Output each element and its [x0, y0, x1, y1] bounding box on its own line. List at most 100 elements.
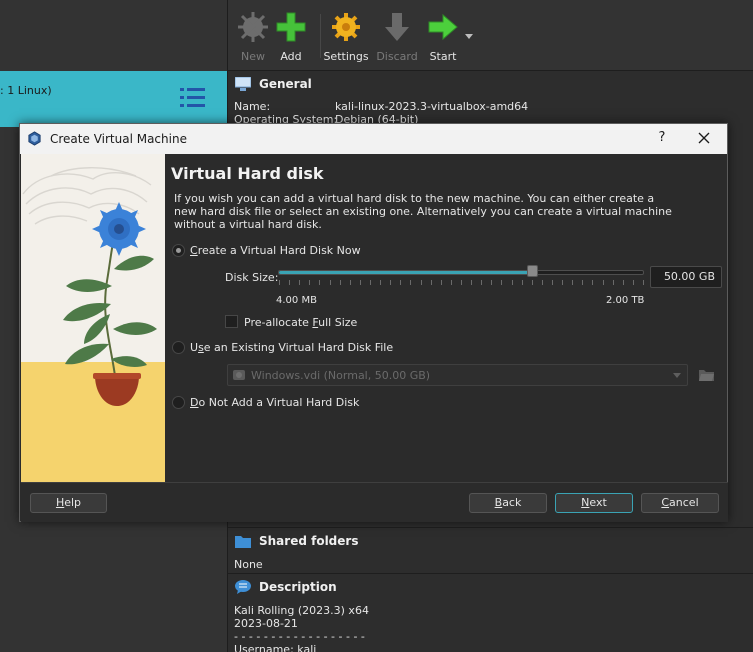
disk-size-input[interactable]: 50.00 GB	[650, 266, 722, 288]
slider-tick	[552, 280, 553, 285]
dialog-titlebar[interactable]: Create Virtual Machine ?	[20, 124, 727, 154]
shared-folders-section-title: Shared folders	[259, 534, 359, 548]
create-disk-now-radio[interactable]	[172, 244, 185, 257]
slider-tick	[501, 280, 502, 285]
slider-tick	[309, 280, 310, 285]
add-button[interactable]: Add	[266, 10, 316, 66]
slider-tick	[542, 280, 543, 285]
slider-tick	[532, 280, 533, 285]
folder-icon	[235, 536, 251, 548]
name-value: kali-linux-2023.3-virtualbox-amd64	[335, 100, 529, 113]
vm-list-item-label: : 1 Linux)	[0, 84, 52, 97]
slider-tick	[330, 280, 331, 285]
start-dropdown-caret-icon[interactable]	[465, 34, 473, 40]
slider-tick	[623, 280, 624, 285]
slider-tick	[421, 280, 422, 285]
general-section-header[interactable]: General	[228, 70, 753, 98]
description-line: Username: kali	[234, 643, 317, 652]
slider-tick	[522, 280, 523, 285]
slider-tick	[380, 280, 381, 285]
description-line: Kali Rolling (2023.3) x64	[234, 604, 369, 617]
general-section-title: General	[259, 77, 312, 91]
description-section-header[interactable]: Description	[228, 573, 753, 601]
settings-label: Settings	[323, 50, 369, 63]
slider-tick	[491, 280, 492, 285]
page-title: Virtual Hard disk	[171, 164, 324, 183]
slider-tick	[592, 280, 593, 285]
slider-tick	[390, 280, 391, 285]
slider-tick	[279, 280, 280, 285]
monitor-icon	[235, 77, 251, 91]
settings-button[interactable]: Settings	[321, 10, 371, 66]
start-button[interactable]: Start	[418, 10, 468, 66]
slider-tick	[410, 280, 411, 285]
hard-disk-icon	[233, 370, 245, 380]
slider-tick	[471, 280, 472, 285]
start-label: Start	[429, 50, 457, 63]
settings-gear-icon	[329, 10, 363, 44]
new-gear-icon	[236, 10, 270, 44]
create-disk-now-label[interactable]: Create a Virtual Hard Disk Now	[190, 244, 361, 257]
list-menu-icon[interactable]	[180, 86, 206, 110]
speech-bubble-icon	[235, 580, 251, 594]
do-not-add-disk-radio[interactable]	[172, 396, 185, 409]
slider-tick	[512, 280, 513, 285]
add-label: Add	[280, 50, 302, 63]
do-not-add-disk-label[interactable]: Do Not Add a Virtual Hard Disk	[190, 396, 359, 409]
slider-tick	[603, 280, 604, 285]
disk-size-max-label: 2.00 TB	[606, 295, 645, 306]
disk-size-slider-handle[interactable]	[527, 265, 538, 277]
context-help-button[interactable]: ?	[656, 130, 668, 145]
slider-tick	[562, 280, 563, 285]
dialog-title: Create Virtual Machine	[50, 132, 187, 146]
preallocate-checkbox[interactable]	[225, 315, 238, 328]
back-button[interactable]: Back	[469, 493, 547, 513]
slider-tick	[319, 280, 320, 285]
use-existing-disk-label[interactable]: Use an Existing Virtual Hard Disk File	[190, 341, 393, 354]
discard-button[interactable]: Discard	[372, 10, 422, 66]
page-description: If you wish you can add a virtual hard d…	[174, 192, 672, 231]
slider-tick	[340, 280, 341, 285]
slider-tick	[350, 280, 351, 285]
existing-disk-select-value: Windows.vdi (Normal, 50.00 GB)	[251, 369, 431, 382]
disk-size-slider-track[interactable]	[278, 270, 644, 275]
chevron-down-icon	[673, 373, 681, 378]
start-arrow-right-icon	[426, 10, 460, 44]
help-button[interactable]: Help	[30, 493, 107, 513]
slider-tick	[441, 280, 442, 285]
existing-disk-select[interactable]: Windows.vdi (Normal, 50.00 GB)	[227, 364, 688, 386]
wizard-illustration	[21, 154, 165, 482]
next-button[interactable]: Next	[555, 493, 633, 513]
close-icon[interactable]	[696, 130, 712, 146]
disk-size-label: Disk Size:	[225, 271, 279, 284]
shared-folders-value: None	[234, 558, 263, 571]
slider-tick	[633, 280, 634, 285]
slider-tick	[431, 280, 432, 285]
description-line: - - - - - - - - - - - - - - - - - -	[234, 630, 365, 643]
disk-size-slider-fill	[279, 271, 534, 274]
add-plus-icon	[274, 10, 308, 44]
dialog-button-bar: Help Back Next Cancel	[21, 482, 728, 522]
vm-list-item-selected[interactable]: : 1 Linux)	[0, 71, 227, 127]
choose-disk-folder-icon[interactable]	[698, 366, 715, 383]
slider-tick	[360, 280, 361, 285]
slider-tick	[481, 280, 482, 285]
cancel-button[interactable]: Cancel	[641, 493, 719, 513]
description-line: 2023-08-21	[234, 617, 298, 630]
slider-tick	[613, 280, 614, 285]
use-existing-disk-radio[interactable]	[172, 341, 185, 354]
slider-tick	[572, 280, 573, 285]
discard-label: Discard	[376, 50, 418, 63]
main-toolbar: New Add Settings Discard Start	[228, 0, 753, 70]
slider-tick	[451, 280, 452, 285]
slider-tick	[643, 280, 644, 285]
create-vm-dialog: Create Virtual Machine ? Virtual Hard di…	[19, 123, 728, 522]
slider-tick	[370, 280, 371, 285]
wizard-page-content: Virtual Hard disk If you wish you can ad…	[165, 154, 727, 482]
shared-folders-section-header[interactable]: Shared folders	[228, 527, 753, 555]
slider-tick	[400, 280, 401, 285]
discard-arrow-down-icon	[380, 10, 414, 44]
name-key: Name:	[234, 100, 271, 113]
disk-size-min-label: 4.00 MB	[276, 295, 317, 306]
preallocate-label[interactable]: Pre-allocate Full Size	[244, 316, 357, 329]
